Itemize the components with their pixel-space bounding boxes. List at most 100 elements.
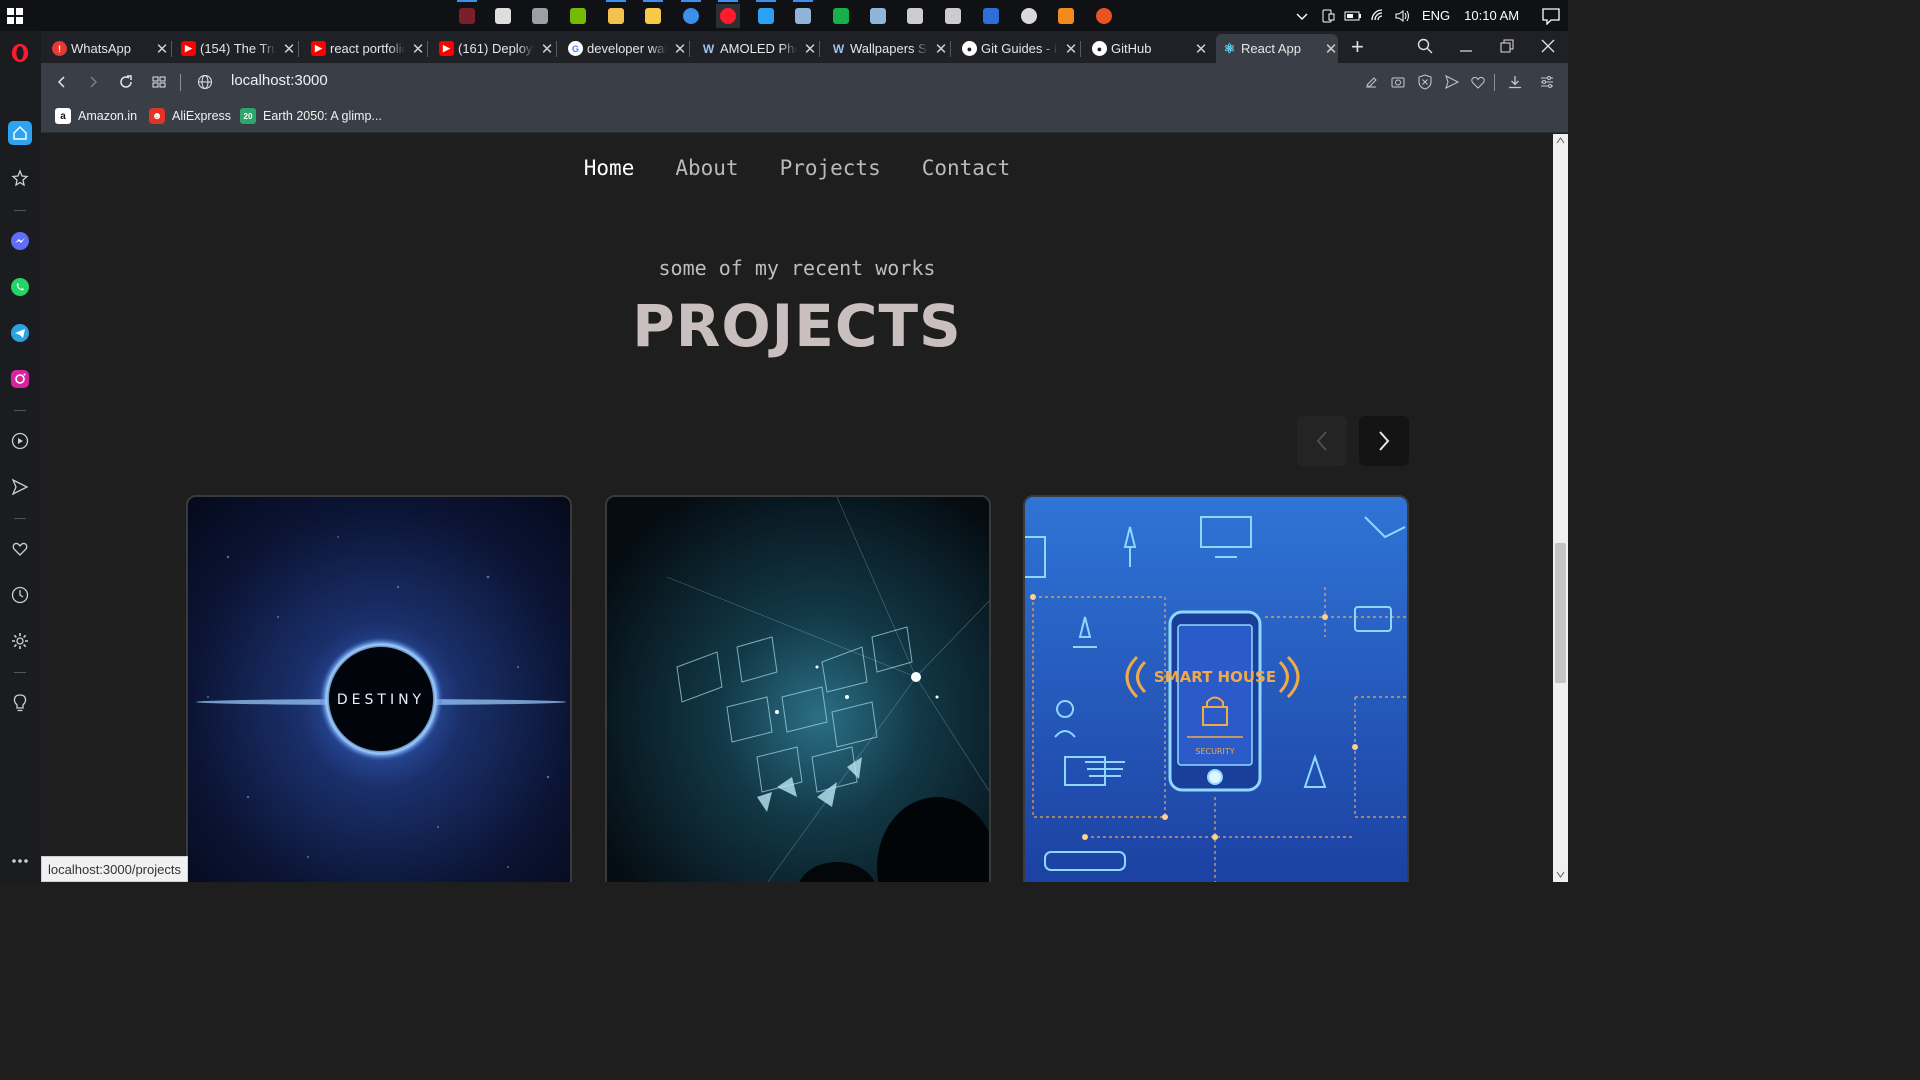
bookmark-earth-2050[interactable]: 20 Earth 2050: A glimp... [240, 108, 382, 124]
tab[interactable]: ▶ react portfolio ✕ [305, 34, 425, 63]
tab[interactable]: W AMOLED Pho ✕ [695, 34, 817, 63]
close-tab-icon[interactable]: ✕ [155, 40, 169, 58]
globe-icon[interactable] [197, 74, 213, 90]
windows-taskbar: ENG 10:10 AM [0, 0, 1568, 31]
project-card-destiny[interactable]: DESTINY [186, 495, 572, 882]
carousel-next-button[interactable] [1359, 416, 1409, 466]
close-window-icon[interactable] [1541, 39, 1555, 53]
terminal-icon[interactable] [528, 4, 552, 28]
wifi-icon[interactable] [1370, 8, 1388, 24]
google-tab-icon: G [568, 41, 583, 56]
forward-icon[interactable] [86, 75, 100, 89]
scrollbar-thumb[interactable] [1555, 543, 1566, 683]
home-icon[interactable] [8, 121, 32, 145]
nav-link-about[interactable]: About [675, 156, 738, 180]
tab[interactable]: ! WhatsApp ✕ [46, 34, 169, 63]
obs-icon[interactable] [1017, 4, 1041, 28]
reload-icon[interactable] [118, 74, 134, 90]
volume-icon[interactable] [1394, 8, 1412, 24]
close-tab-icon[interactable]: ✕ [282, 40, 296, 58]
photos-icon[interactable] [791, 0, 815, 28]
close-tab-icon[interactable]: ✕ [1324, 40, 1338, 58]
adblock-shield-icon[interactable] [1417, 74, 1433, 90]
device-icon[interactable] [1320, 8, 1336, 24]
telegram-icon[interactable] [10, 323, 30, 343]
tab-search-icon[interactable] [1417, 38, 1433, 54]
tab-title: (161) Deploying [458, 41, 534, 56]
close-tab-icon[interactable]: ✕ [540, 40, 554, 58]
carousel-prev-button[interactable] [1297, 416, 1347, 466]
bookmark-heart-icon[interactable] [1470, 74, 1486, 90]
edit-snapshot-icon[interactable] [1363, 74, 1379, 90]
vlc-icon[interactable] [1054, 4, 1078, 28]
tab[interactable]: ● GitHub ✕ [1086, 34, 1208, 63]
close-tab-icon[interactable]: ✕ [411, 40, 425, 58]
cmd-icon[interactable] [903, 4, 927, 28]
close-tab-icon[interactable]: ✕ [934, 40, 948, 58]
instagram-icon[interactable] [10, 369, 30, 389]
powershell-icon[interactable] [979, 4, 1003, 28]
folder-icon[interactable] [641, 0, 665, 28]
opera-logo-icon[interactable] [10, 43, 30, 63]
tab[interactable]: ⚛ React App ✕ [1216, 34, 1338, 63]
tab-separator [556, 41, 557, 57]
close-tab-icon[interactable]: ✕ [1194, 40, 1208, 58]
restore-icon[interactable] [1500, 39, 1514, 53]
windows-start-icon[interactable] [7, 8, 23, 24]
close-tab-icon[interactable]: ✕ [1064, 40, 1078, 58]
tab[interactable]: ▶ (154) The True ✕ [175, 34, 296, 63]
project-card-smart-house[interactable]: SMART HOUSE SECURITY [1023, 495, 1409, 882]
opera-icon[interactable] [716, 0, 740, 28]
settings-gear-icon[interactable] [10, 631, 30, 651]
close-tab-icon[interactable]: ✕ [673, 40, 687, 58]
scroll-up-icon[interactable] [1556, 137, 1565, 144]
easy-setup-icon[interactable] [1539, 74, 1555, 90]
player-icon[interactable] [10, 431, 30, 451]
messenger-icon[interactable] [10, 231, 30, 251]
new-tab-button[interactable]: + [1351, 36, 1365, 58]
language-indicator[interactable]: ENG [1422, 8, 1450, 23]
page-scrollbar[interactable] [1553, 134, 1568, 882]
nav-link-home[interactable]: Home [584, 156, 635, 180]
tab-overview-icon[interactable] [151, 74, 167, 90]
file-explorer-icon[interactable] [604, 0, 628, 28]
console-icon[interactable] [941, 4, 965, 28]
more-options-icon[interactable] [10, 851, 30, 871]
battery-icon[interactable] [1344, 8, 1362, 24]
camera-icon[interactable] [1390, 74, 1406, 90]
nvidia-icon[interactable] [566, 4, 590, 28]
history-icon[interactable] [10, 585, 30, 605]
tab[interactable]: Gdeveloper wal ✕ [562, 34, 687, 63]
url-field[interactable]: localhost:3000 [231, 72, 328, 89]
task-view-icon[interactable] [491, 4, 515, 28]
heart-icon[interactable] [10, 539, 30, 559]
tab[interactable]: W Wallpapers Se ✕ [825, 34, 948, 63]
steam-icon[interactable] [866, 4, 890, 28]
send-icon[interactable] [10, 477, 30, 497]
download-icon[interactable] [1507, 74, 1523, 90]
tab[interactable]: ● Git Guides - in ✕ [956, 34, 1078, 63]
scroll-down-icon[interactable] [1556, 871, 1565, 878]
project-card-crystal[interactable] [605, 495, 991, 882]
toolbar-divider [180, 74, 181, 91]
chevron-up-icon[interactable] [1294, 8, 1310, 24]
vscode-icon[interactable] [754, 0, 778, 28]
send-to-flow-icon[interactable] [1444, 74, 1460, 90]
firefox-icon[interactable] [679, 0, 703, 28]
bookmark-aliexpress[interactable]: ☻ AliExpress [149, 108, 231, 124]
close-tab-icon[interactable]: ✕ [803, 40, 817, 58]
ubuntu-icon[interactable] [1092, 4, 1116, 28]
nav-link-projects[interactable]: Projects [780, 156, 881, 180]
alienware-icon[interactable] [455, 0, 479, 28]
bookmark-amazon[interactable]: a Amazon.in [55, 108, 137, 124]
back-icon[interactable] [55, 75, 69, 89]
clock[interactable]: 10:10 AM [1464, 8, 1519, 23]
lightbulb-icon[interactable] [10, 693, 30, 713]
green-app-icon[interactable] [829, 4, 853, 28]
nav-link-contact[interactable]: Contact [922, 156, 1011, 180]
pinboard-icon[interactable] [10, 168, 30, 188]
tab[interactable]: ▶ (161) Deploying ✕ [433, 34, 554, 63]
whatsapp-icon[interactable] [10, 277, 30, 297]
minimize-icon[interactable] [1459, 39, 1473, 53]
notifications-icon[interactable] [1541, 7, 1561, 25]
